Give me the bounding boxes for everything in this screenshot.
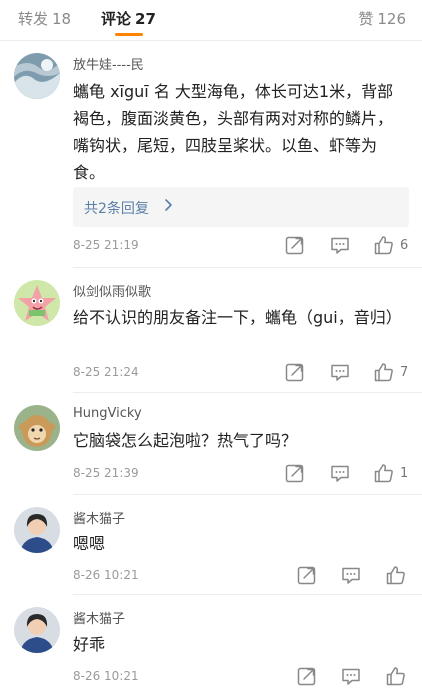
comment-text: 嗯嗯: [73, 534, 106, 553]
comment-timestamp: 8-26 10:21: [73, 669, 139, 683]
comment-icon[interactable]: [329, 234, 351, 256]
share-icon[interactable]: [284, 234, 306, 256]
comment-text: 好乖: [73, 635, 106, 654]
person-avatar[interactable]: [14, 607, 60, 653]
comment-username[interactable]: HungVicky: [73, 406, 142, 421]
comment-item: 似剑似雨似歌 给不认识的朋友备注一下，蠵龟（gui，音归） 8-25 21:24…: [0, 268, 422, 393]
tab-reposts[interactable]: 转发 18: [18, 8, 71, 29]
tab-reposts-count: 18: [52, 10, 72, 28]
like-icon[interactable]: [373, 462, 395, 484]
monkey-avatar[interactable]: [14, 405, 60, 451]
share-icon[interactable]: [296, 665, 318, 687]
view-replies-label: 共2条回复: [84, 201, 149, 217]
comment-item: 酱木猫子 嗯嗯 8-26 10:21: [0, 495, 422, 595]
comment-username[interactable]: 似剑似雨似歌: [73, 281, 151, 300]
view-replies-button[interactable]: 共2条回复: [73, 187, 409, 227]
comment-timestamp: 8-25 21:24: [73, 365, 139, 379]
chevron-right-icon: [165, 199, 172, 211]
tab-comments-count: 27: [135, 10, 156, 28]
active-tab-indicator: [115, 33, 143, 36]
like-count: 6: [400, 238, 409, 253]
like-icon[interactable]: [385, 665, 407, 687]
like-icon[interactable]: [385, 564, 407, 586]
comment-icon[interactable]: [340, 665, 362, 687]
comment-icon[interactable]: [329, 361, 351, 383]
like-count: 1: [400, 466, 409, 481]
tab-likes[interactable]: 赞 126: [358, 8, 406, 29]
cloud-landscape-avatar[interactable]: [14, 53, 60, 99]
comment-tabs: 转发 18 评论 27 赞 126: [0, 0, 422, 41]
comment-username[interactable]: 放牛娃----民: [73, 54, 144, 73]
comment-timestamp: 8-25 21:39: [73, 466, 139, 480]
tab-comments-label: 评论: [101, 10, 132, 28]
comment-text: 蠵龟 xīguī 名 大型海龟，体长可达1米，背部褐色，腹面淡黄色，头部有两对对…: [73, 82, 394, 182]
comment-icon[interactable]: [340, 564, 362, 586]
tab-likes-label: 赞: [358, 10, 374, 28]
comment-item: 放牛娃----民 蠵龟 xīguī 名 大型海龟，体长可达1米，背部褐色，腹面淡…: [0, 40, 422, 268]
share-icon[interactable]: [296, 564, 318, 586]
cartoon-starfish-avatar[interactable]: [14, 280, 60, 326]
comment-username[interactable]: 酱木猫子: [73, 508, 125, 527]
tab-reposts-label: 转发: [18, 10, 49, 28]
share-icon[interactable]: [284, 361, 306, 383]
comment-icon[interactable]: [329, 462, 351, 484]
share-icon[interactable]: [284, 462, 306, 484]
comment-timestamp: 8-25 21:19: [73, 238, 139, 252]
like-count: 7: [400, 365, 409, 380]
comment-item: 酱木猫子 好乖 8-26 10:21: [0, 595, 422, 700]
tab-likes-count: 126: [377, 10, 406, 28]
comment-username[interactable]: 酱木猫子: [73, 608, 125, 627]
like-icon[interactable]: [373, 234, 395, 256]
comment-text: 它脑袋怎么起泡啦？热气了吗？: [73, 431, 298, 450]
like-icon[interactable]: [373, 361, 395, 383]
person-avatar[interactable]: [14, 507, 60, 553]
comment-timestamp: 8-26 10:21: [73, 568, 139, 582]
comment-item: HungVicky 它脑袋怎么起泡啦？热气了吗？ 8-25 21:39 1: [0, 393, 422, 495]
tab-comments[interactable]: 评论 27: [101, 8, 156, 29]
comment-text: 给不认识的朋友备注一下，蠵龟（gui，音归）: [73, 308, 402, 327]
